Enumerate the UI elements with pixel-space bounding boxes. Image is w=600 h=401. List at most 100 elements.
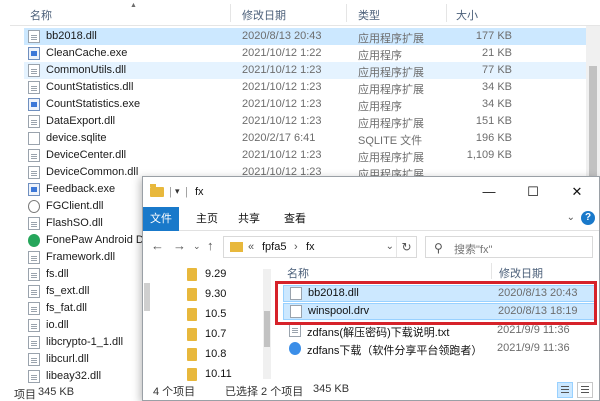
nav-folder-item[interactable]: 9.30 xyxy=(181,285,261,305)
exe-icon xyxy=(28,47,40,60)
file-name: zdfans(解压密码)下载说明.txt xyxy=(307,327,450,339)
file-name: Framework.dll xyxy=(46,251,116,263)
details-view-icon[interactable] xyxy=(557,382,573,398)
background-file-row[interactable]: CountStatistics.dll 2021/10/12 1:23 应用程序扩展… xyxy=(24,79,600,96)
column-divider[interactable] xyxy=(446,4,447,22)
background-file-row[interactable]: device.sqlite 2020/2/17 6:41 SQLITE 文件 196 … xyxy=(24,130,600,147)
file-name: FonePaw Android D xyxy=(46,234,144,246)
expand-ribbon-icon[interactable]: ⌄ xyxy=(567,212,575,223)
quick-access-dropdown-icon[interactable]: ▾ xyxy=(175,186,180,197)
window-title: fx xyxy=(195,186,204,198)
file-type: 应用程序扩展 xyxy=(358,152,424,164)
address-dropdown-icon[interactable]: ⌄ xyxy=(386,241,394,252)
minimize-icon[interactable]: — xyxy=(467,177,511,207)
file-name: io.dll xyxy=(46,319,69,331)
gear-icon xyxy=(28,200,40,213)
nav-left-scrollbar[interactable] xyxy=(143,261,151,385)
dll-icon xyxy=(28,251,40,264)
close-icon[interactable]: ✕ xyxy=(555,177,599,207)
file-name: fs_fat.dll xyxy=(46,302,87,314)
tab-view[interactable]: 查看 xyxy=(281,207,309,231)
help-icon[interactable]: ? xyxy=(581,211,595,225)
file-date: 2021/10/12 1:23 xyxy=(242,149,322,161)
background-scrollbar-thumb[interactable] xyxy=(589,66,597,176)
nav-folder-label: 9.29 xyxy=(205,268,227,280)
refresh-icon[interactable]: ↻ xyxy=(396,237,416,257)
file-size: 177 KB xyxy=(475,30,512,42)
column-name[interactable]: 名称 xyxy=(30,7,52,23)
nav-scrollbar[interactable] xyxy=(263,269,271,379)
tab-file[interactable]: 文件 xyxy=(143,207,179,231)
background-file-row[interactable]: CommonUtils.dll 2021/10/12 1:23 应用程序扩展 77 K… xyxy=(24,62,600,79)
file-name: fs_ext.dll xyxy=(46,285,90,297)
background-left-gutter xyxy=(0,0,10,401)
column-date[interactable]: 修改日期 xyxy=(242,7,286,23)
background-status-count: 项目 xyxy=(14,389,36,401)
column-name[interactable]: 名称 xyxy=(287,265,309,281)
title-bar[interactable]: | ▾ | fx — ☐ ✕ xyxy=(143,177,599,207)
folder-icon xyxy=(187,348,197,361)
file-name: CountStatistics.exe xyxy=(46,98,141,110)
tab-home[interactable]: 主页 xyxy=(193,207,221,231)
web-shortcut-icon xyxy=(289,342,301,355)
file-type: 应用程序 xyxy=(358,101,402,113)
background-column-header: ▲ 名称 修改日期 类型 大小 xyxy=(10,0,600,26)
large-icons-view-icon[interactable] xyxy=(577,382,593,398)
column-size[interactable]: 大小 xyxy=(456,7,478,23)
file-type: SQLITE 文件 xyxy=(358,135,423,147)
status-selected-size: 345 KB xyxy=(313,383,350,395)
dll-icon xyxy=(28,30,40,43)
column-divider[interactable] xyxy=(346,4,347,22)
file-name: CountStatistics.dll xyxy=(46,81,134,93)
dll-icon xyxy=(28,336,40,349)
column-type[interactable]: 类型 xyxy=(358,7,380,23)
annotation-highlight-box xyxy=(275,281,597,325)
file-type: 应用程序扩展 xyxy=(358,33,424,45)
nav-scrollbar-thumb[interactable] xyxy=(264,311,270,347)
background-file-row[interactable]: DataExport.dll 2021/10/12 1:23 应用程序扩展 151 K… xyxy=(24,113,600,130)
dll-icon xyxy=(28,353,40,366)
column-divider[interactable] xyxy=(230,4,231,22)
file-name: bb2018.dll xyxy=(46,30,97,42)
file-row[interactable]: zdfans下载（软件分享平台领跑者） 2021/9/9 11:36 xyxy=(283,341,595,358)
title-divider: | xyxy=(169,186,172,198)
title-divider: | xyxy=(185,186,188,198)
background-file-row[interactable]: DeviceCenter.dll 2021/10/12 1:23 应用程序扩展 1,1… xyxy=(24,147,600,164)
nav-folder-label: 9.30 xyxy=(205,288,227,300)
file-name: device.sqlite xyxy=(46,132,107,144)
nav-folder-item[interactable]: 10.7 xyxy=(181,325,261,345)
file-name: zdfans下载（软件分享平台领跑者） xyxy=(307,345,483,357)
file-type: 应用程序扩展 xyxy=(358,118,424,130)
breadcrumb-separator-icon[interactable]: › xyxy=(294,241,298,253)
back-arrow-icon[interactable]: ← xyxy=(151,238,164,253)
breadcrumb-fpfa5[interactable]: fpfa5 xyxy=(262,241,286,253)
folder-icon xyxy=(187,288,197,301)
search-placeholder: 搜索"fx" xyxy=(454,244,493,256)
search-box[interactable]: ⚲ 搜索"fx" xyxy=(425,236,593,258)
up-arrow-icon[interactable]: ↑ xyxy=(207,238,214,253)
navigation-pane: 9.29 9.30 10.5 10.7 10.8 10.11 xyxy=(143,261,271,385)
background-file-row[interactable]: CountStatistics.exe 2021/10/12 1:23 应用程序 34… xyxy=(24,96,600,113)
column-divider[interactable] xyxy=(491,263,492,279)
background-file-row[interactable]: bb2018.dll 2020/8/13 20:43 应用程序扩展 177 KB xyxy=(24,28,600,45)
recent-locations-icon[interactable]: ⌄ xyxy=(193,241,201,252)
column-date[interactable]: 修改日期 xyxy=(499,265,543,281)
nav-folder-item[interactable]: 9.29 xyxy=(181,265,261,285)
nav-folder-item[interactable]: 10.8 xyxy=(181,345,261,365)
tab-share[interactable]: 共享 xyxy=(235,207,263,231)
nav-folder-item[interactable]: 10.5 xyxy=(181,305,261,325)
breadcrumb-fx[interactable]: fx xyxy=(306,241,315,253)
file-type: 应用程序 xyxy=(358,50,402,62)
breadcrumb-overflow[interactable]: « xyxy=(248,241,254,253)
folder-icon xyxy=(187,328,197,341)
background-file-row[interactable]: CleanCache.exe 2021/10/12 1:22 应用程序 21 KB xyxy=(24,45,600,62)
file-name: FGClient.dll xyxy=(46,200,104,212)
file-name: libcurl.dll xyxy=(46,353,89,365)
maximize-icon[interactable]: ☐ xyxy=(511,177,555,207)
file-row[interactable]: zdfans(解压密码)下载说明.txt 2021/9/9 11:36 xyxy=(283,323,595,340)
address-bar[interactable]: « fpfa5 › fx ⌄ ↻ xyxy=(223,236,417,258)
forward-arrow-icon[interactable]: → xyxy=(173,238,186,253)
nav-left-scrollbar-thumb[interactable] xyxy=(144,283,150,311)
file-name: DeviceCommon.dll xyxy=(46,166,139,178)
file-name: FlashSO.dll xyxy=(46,217,103,229)
